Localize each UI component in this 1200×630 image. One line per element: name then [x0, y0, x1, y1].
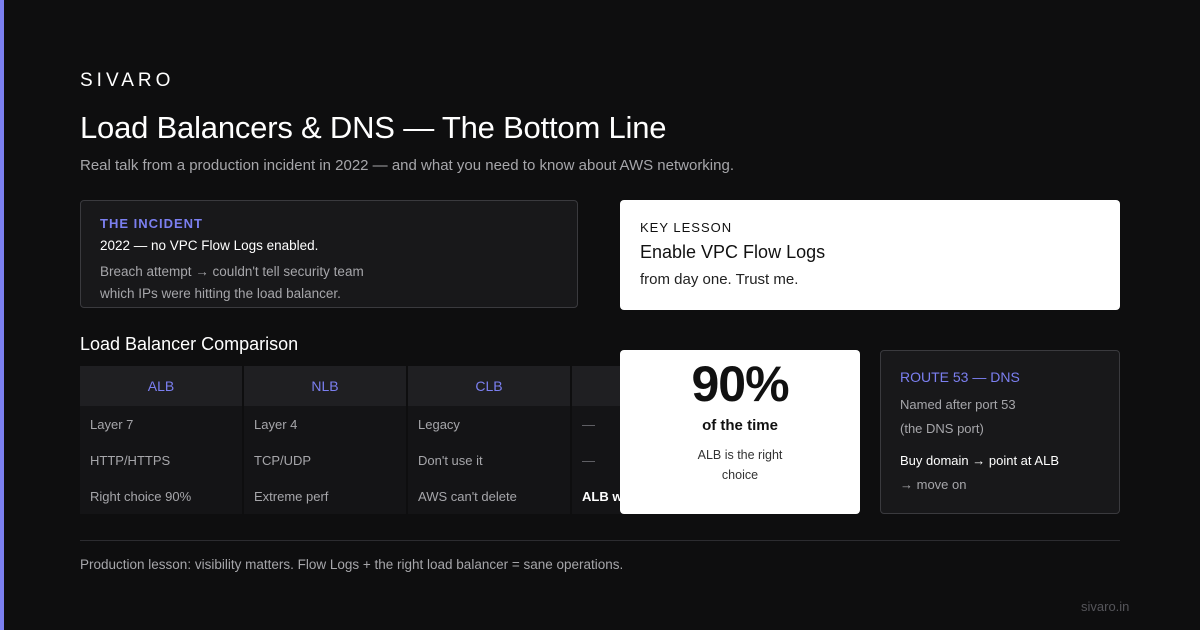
- table-cell: Right choice 90%: [80, 478, 242, 514]
- key-lesson-body: from day one. Trust me.: [640, 271, 799, 288]
- column-header-nlb: NLB: [244, 366, 406, 406]
- table-cell: HTTP/HTTPS: [80, 442, 242, 478]
- column-header-alb: ALB: [80, 366, 242, 406]
- key-lesson-headline: Enable VPC Flow Logs: [640, 242, 826, 262]
- table-cell: Don't use it: [408, 442, 570, 478]
- key-lesson-label: KEY LESSON: [640, 220, 733, 235]
- route53-label: ROUTE 53 — DNS: [900, 369, 1020, 385]
- route53-action: Buy domain → point at ALB → move on: [900, 449, 1100, 497]
- accent-bar: [0, 0, 4, 630]
- incident-label: THE INCIDENT: [100, 216, 203, 231]
- table-cell: AWS can't delete: [408, 478, 570, 514]
- incident-card: THE INCIDENT 2022 — no VPC Flow Logs ena…: [80, 200, 578, 308]
- site-url: sivaro.in: [1081, 599, 1130, 614]
- route53-origin-note: (the DNS port): [900, 421, 984, 436]
- comparison-title: Load Balancer Comparison: [80, 334, 299, 354]
- table-cell: Extreme perf: [244, 478, 406, 514]
- route53-origin-line: Named after port 53: [900, 397, 1016, 412]
- table-cell: Legacy: [408, 406, 570, 442]
- stat-card: 90% of the time ALB is the right choice: [620, 350, 860, 514]
- table-cell: TCP/UDP: [244, 442, 406, 478]
- route53-card: ROUTE 53 — DNS Named after port 53 (the …: [880, 350, 1120, 514]
- brand-logo: SIVARO: [80, 70, 175, 91]
- footer-note: Production lesson: visibility matters. F…: [80, 557, 624, 572]
- table-cell: Layer 7: [80, 406, 242, 442]
- column-header-clb: CLB: [408, 366, 570, 406]
- incident-detail: Breach attempt → couldn't tell security …: [100, 264, 364, 301]
- incident-summary: 2022 — no VPC Flow Logs enabled.: [100, 238, 319, 253]
- page-title: Load Balancers & DNS — The Bottom Line: [80, 110, 667, 145]
- table-cell: Layer 4: [244, 406, 406, 442]
- divider: [80, 540, 1120, 541]
- stat-description: ALB is the right choice: [697, 448, 783, 482]
- route53-action-rest: → move on: [900, 477, 967, 492]
- route53-origin: Named after port 53 (the DNS port): [900, 393, 1100, 441]
- stat-caption: of the time: [702, 417, 778, 434]
- page-subtitle: Real talk from a production incident in …: [80, 157, 734, 174]
- stat-value: 90%: [691, 356, 789, 412]
- key-lesson-card: KEY LESSON Enable VPC Flow Logs from day…: [620, 200, 1120, 310]
- route53-action-line: Buy domain → point at ALB: [900, 453, 1059, 468]
